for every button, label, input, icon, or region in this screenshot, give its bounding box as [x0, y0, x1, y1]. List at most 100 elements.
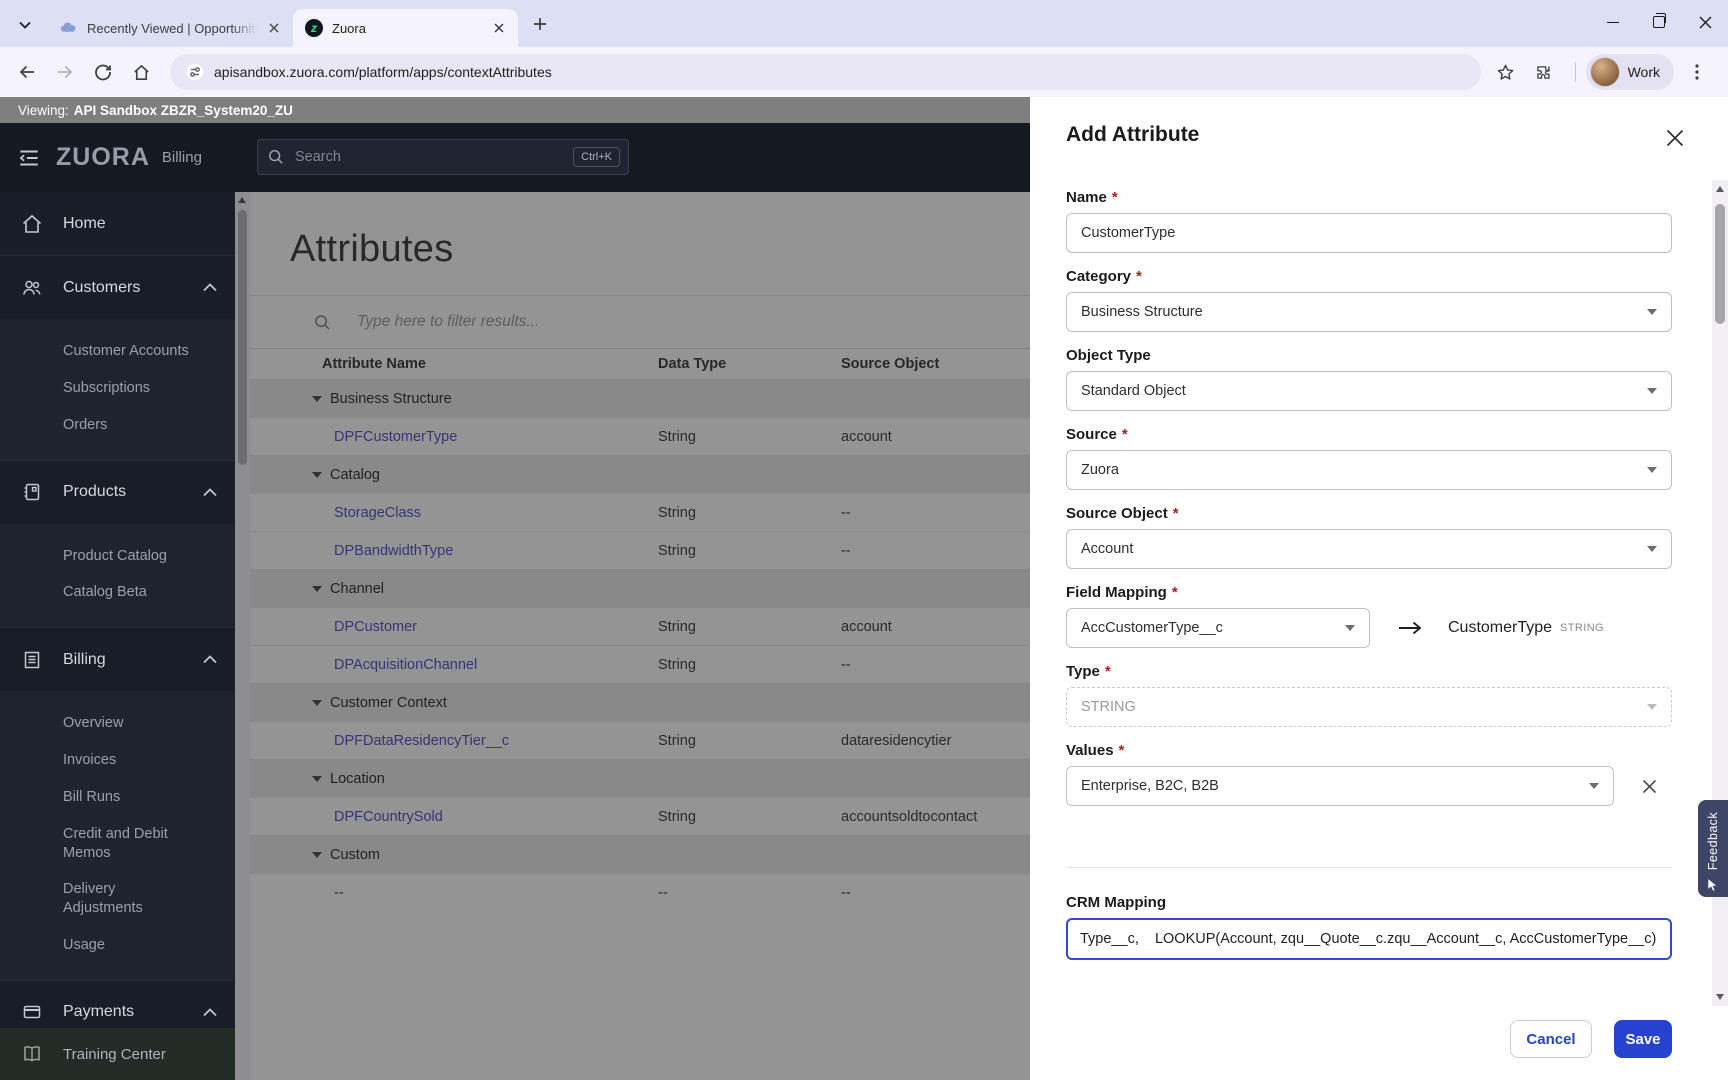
search-shortcut-badge: Ctrl+K — [573, 147, 620, 167]
home-icon — [132, 63, 151, 82]
source-object-select[interactable]: Account — [1066, 529, 1672, 569]
url-text: apisandbox.zuora.com/platform/apps/conte… — [214, 64, 552, 80]
sidebar-item-delivery-adjustments[interactable]: Delivery Adjustments — [0, 871, 235, 927]
products-submenu: Product Catalog Catalog Beta — [0, 524, 235, 628]
sidebar-item-orders[interactable]: Orders — [0, 407, 235, 444]
browser-menu-button[interactable] — [1680, 55, 1714, 89]
values-label: Values* — [1066, 742, 1672, 759]
tab-close-icon[interactable] — [265, 19, 283, 37]
cancel-button[interactable]: Cancel — [1510, 1020, 1592, 1058]
address-bar[interactable]: apisandbox.zuora.com/platform/apps/conte… — [170, 54, 1481, 90]
save-button[interactable]: Save — [1614, 1020, 1672, 1058]
drawer-close-button[interactable] — [1664, 127, 1686, 149]
extensions-button[interactable] — [1527, 55, 1561, 89]
new-tab-button[interactable] — [526, 10, 554, 38]
values-value: Enterprise, B2C, B2B — [1081, 778, 1219, 794]
object-type-select[interactable]: Standard Object — [1066, 371, 1672, 411]
tab-title: Zuora — [332, 21, 482, 36]
name-input[interactable] — [1066, 213, 1672, 253]
bookmark-button[interactable] — [1489, 55, 1523, 89]
sidebar: Home Customers Customer Accounts Subscri… — [0, 192, 235, 1080]
sidebar-item-training-center[interactable]: Training Center — [0, 1028, 235, 1080]
tab-recently-viewed[interactable]: Recently Viewed | Opportunities — [46, 9, 293, 47]
chevron-down-icon — [1647, 546, 1657, 552]
zuora-favicon: z — [305, 19, 323, 37]
name-label: Name* — [1066, 189, 1672, 206]
sidebar-item-overview[interactable]: Overview — [0, 705, 235, 742]
scroll-up-arrow-icon[interactable] — [1716, 186, 1724, 192]
sidebar-item-subscriptions[interactable]: Subscriptions — [0, 370, 235, 407]
sidebar-item-invoices[interactable]: Invoices — [0, 742, 235, 779]
payments-icon — [20, 1000, 44, 1024]
product-name: Billing — [162, 149, 202, 166]
environment-name: API Sandbox ZBZR_System20_ZU — [74, 103, 293, 118]
home-button[interactable] — [124, 55, 158, 89]
crm-mapping-input[interactable] — [1066, 918, 1672, 960]
add-attribute-drawer: Add Attribute Name* Category* Business S… — [1030, 97, 1728, 1080]
reload-button[interactable] — [86, 55, 120, 89]
minimize-icon — [1607, 22, 1619, 23]
scroll-down-arrow-icon[interactable] — [1716, 994, 1724, 1000]
sidebar-collapse-icon[interactable] — [16, 145, 42, 171]
scrollbar-thumb[interactable] — [1715, 204, 1725, 324]
field-mapping-select[interactable]: AccCustomerType__c — [1066, 608, 1370, 648]
banner-prefix: Viewing: — [18, 103, 69, 118]
back-button[interactable] — [10, 55, 44, 89]
sidebar-item-catalog-beta[interactable]: Catalog Beta — [0, 574, 235, 611]
puzzle-icon — [1534, 63, 1553, 82]
source-label: Source* — [1066, 426, 1672, 443]
plus-icon — [533, 17, 547, 31]
sidebar-item-billing[interactable]: Billing — [0, 627, 235, 691]
browser-toolbar: apisandbox.zuora.com/platform/apps/conte… — [0, 47, 1728, 97]
kebab-menu-icon — [1695, 64, 1699, 80]
category-value: Business Structure — [1081, 304, 1203, 320]
content-area: Attributes Type here to filter results..… — [235, 192, 1030, 1080]
sidebar-item-customer-accounts[interactable]: Customer Accounts — [0, 333, 235, 370]
sidebar-item-bill-runs[interactable]: Bill Runs — [0, 779, 235, 816]
training-book-icon — [20, 1042, 44, 1066]
billing-icon — [20, 648, 44, 672]
category-select[interactable]: Business Structure — [1066, 292, 1672, 332]
tab-search-button[interactable] — [10, 10, 40, 40]
customers-submenu: Customer Accounts Subscriptions Orders — [0, 319, 235, 460]
values-select[interactable]: Enterprise, B2C, B2B — [1066, 766, 1614, 806]
chevron-up-icon — [203, 655, 217, 664]
home-icon — [20, 212, 44, 236]
feedback-tab[interactable]: Feedback — [1698, 800, 1728, 897]
crm-mapping-label: CRM Mapping — [1066, 894, 1672, 911]
source-select[interactable]: Zuora — [1066, 450, 1672, 490]
products-icon — [20, 480, 44, 504]
modal-dim-overlay — [235, 192, 1030, 1080]
type-select-disabled: STRING — [1066, 687, 1672, 727]
drawer-title: Add Attribute — [1066, 123, 1672, 147]
field-mapping-label: Field Mapping* — [1066, 584, 1672, 601]
global-search[interactable]: Ctrl+K — [257, 139, 629, 175]
restore-icon — [1653, 16, 1665, 28]
minimize-button[interactable] — [1590, 0, 1636, 44]
restore-button[interactable] — [1636, 0, 1682, 44]
tab-strip: Recently Viewed | Opportunities z Zuora — [0, 0, 1728, 47]
global-search-input[interactable] — [293, 148, 573, 166]
chevron-down-icon — [1647, 309, 1657, 315]
chevron-down-icon — [1647, 704, 1657, 710]
object-type-label: Object Type — [1066, 347, 1672, 364]
sidebar-item-home[interactable]: Home — [0, 192, 235, 255]
chevron-down-icon — [1345, 625, 1355, 631]
tab-close-icon[interactable] — [490, 19, 508, 37]
values-clear-button[interactable] — [1638, 775, 1660, 797]
app-header: ZUORA Billing Ctrl+K — [0, 123, 1030, 192]
cursor-pointer-icon — [1707, 878, 1719, 892]
source-value: Zuora — [1081, 462, 1119, 478]
object-type-value: Standard Object — [1081, 383, 1186, 399]
sidebar-item-credit-debit-memos[interactable]: Credit and Debit Memos — [0, 816, 235, 872]
forward-button[interactable] — [48, 55, 82, 89]
source-object-value: Account — [1081, 541, 1133, 557]
sidebar-item-customers[interactable]: Customers — [0, 255, 235, 319]
category-label: Category* — [1066, 268, 1672, 285]
sidebar-item-products[interactable]: Products — [0, 460, 235, 524]
sidebar-item-usage[interactable]: Usage — [0, 927, 235, 964]
close-button[interactable] — [1682, 0, 1728, 44]
tab-zuora[interactable]: z Zuora — [293, 9, 518, 47]
sidebar-item-product-catalog[interactable]: Product Catalog — [0, 538, 235, 575]
profile-button[interactable]: Work — [1586, 54, 1674, 90]
